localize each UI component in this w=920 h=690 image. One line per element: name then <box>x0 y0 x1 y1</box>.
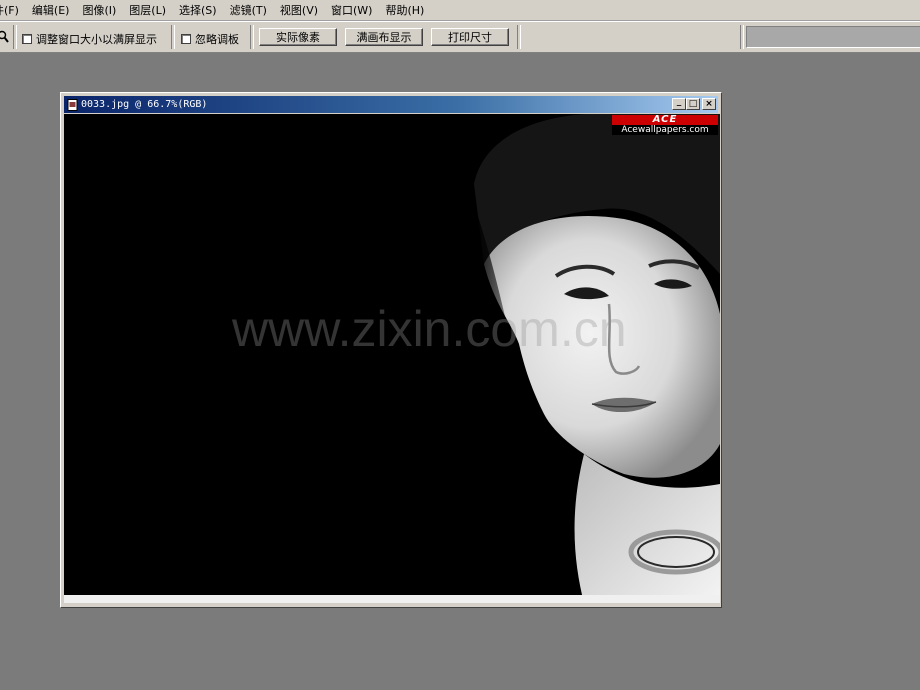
ignore-palettes-label: 忽略调板 <box>195 33 239 46</box>
divider <box>13 25 17 49</box>
menu-bar: 文件(F) 编辑(E) 图像(I) 图层(L) 选择(S) 滤镜(T) 视图(V… <box>0 0 920 21</box>
divider <box>740 25 744 49</box>
menu-file[interactable]: 文件(F) <box>0 2 19 18</box>
window-controls: _ □ × <box>672 98 716 110</box>
fit-on-screen-button[interactable]: 满画布显示 <box>345 28 423 46</box>
document-icon <box>67 98 78 111</box>
image-canvas[interactable]: ACE Acewallpapers.com www.zixin.com.cn <box>64 114 720 603</box>
maximize-icon: □ <box>688 98 698 109</box>
document-title: 0033.jpg @ 66.7%(RGB) <box>81 99 208 110</box>
menu-filter[interactable]: 滤镜(T) <box>230 2 267 18</box>
document-window[interactable]: 0033.jpg @ 66.7%(RGB) _ □ × ACE Acewallp… <box>60 92 722 608</box>
menu-window[interactable]: 窗口(W) <box>331 2 372 18</box>
document-titlebar[interactable]: 0033.jpg @ 66.7%(RGB) _ □ × <box>64 96 718 113</box>
actual-pixels-button[interactable]: 实际像素 <box>259 28 337 46</box>
ignore-palettes-checkbox[interactable]: 忽略调板 <box>181 31 239 47</box>
checkbox-box[interactable] <box>181 34 191 44</box>
menu-select[interactable]: 选择(S) <box>179 2 217 18</box>
menu-image[interactable]: 图像(I) <box>82 2 116 18</box>
divider <box>250 25 254 49</box>
ace-logo-mark: ACE <box>612 115 718 125</box>
menu-help[interactable]: 帮助(H) <box>385 2 424 18</box>
resize-windows-checkbox[interactable]: 调整窗口大小以满屏显示 <box>22 31 157 47</box>
zoom-tool-icon[interactable] <box>0 30 9 44</box>
resize-windows-label: 调整窗口大小以满屏显示 <box>36 33 157 46</box>
palette-well[interactable] <box>746 26 920 48</box>
minimize-button[interactable]: _ <box>672 98 686 110</box>
close-button[interactable]: × <box>702 98 716 110</box>
close-icon: × <box>705 98 713 109</box>
portrait-photo <box>64 114 720 603</box>
menu-view[interactable]: 视图(V) <box>280 2 318 18</box>
print-size-button[interactable]: 打印尺寸 <box>431 28 509 46</box>
watermark-text: www.zixin.com.cn <box>232 301 627 357</box>
minimize-icon: _ <box>676 97 682 107</box>
ace-logo: ACE Acewallpapers.com <box>612 115 718 135</box>
checkbox-box[interactable] <box>22 34 32 44</box>
divider <box>517 25 521 49</box>
options-bar: 调整窗口大小以满屏显示 忽略调板 实际像素 满画布显示 打印尺寸 <box>0 21 920 53</box>
menu-edit[interactable]: 编辑(E) <box>32 2 70 18</box>
maximize-button[interactable]: □ <box>686 98 700 110</box>
divider <box>171 25 175 49</box>
menu-layer[interactable]: 图层(L) <box>129 2 166 18</box>
ace-logo-site: Acewallpapers.com <box>612 125 718 135</box>
